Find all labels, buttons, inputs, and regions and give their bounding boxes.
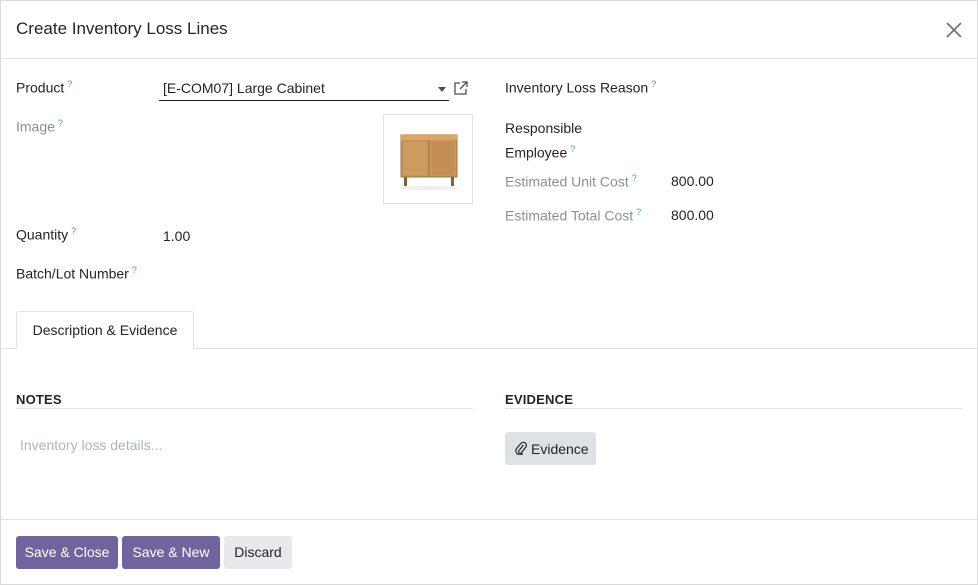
tab-description-evidence[interactable]: Description & Evidence	[16, 311, 194, 349]
evidence-divider	[505, 408, 962, 409]
product-field[interactable]: [E-COM07] Large Cabinet	[159, 78, 449, 101]
footer-divider	[1, 519, 977, 520]
create-inventory-loss-dialog: Create Inventory Loss Lines Product? [E-…	[0, 0, 978, 585]
help-icon[interactable]: ?	[570, 144, 575, 154]
unit-cost-label: Estimated Unit Cost?	[505, 173, 637, 190]
help-icon[interactable]: ?	[632, 173, 637, 183]
paperclip-icon	[515, 441, 527, 455]
discard-button[interactable]: Discard	[224, 536, 292, 569]
product-image[interactable]	[383, 114, 473, 204]
close-icon	[946, 22, 962, 38]
dropdown-caret-icon[interactable]	[438, 87, 446, 92]
quantity-field[interactable]: 1.00	[163, 228, 190, 244]
image-label: Image?	[16, 118, 63, 135]
close-button[interactable]	[941, 17, 967, 43]
evidence-button-label: Evidence	[531, 441, 589, 457]
batch-lot-label: Batch/Lot Number?	[16, 265, 137, 282]
help-icon[interactable]: ?	[71, 226, 76, 236]
unit-cost-value: 800.00	[671, 173, 714, 189]
external-link-icon	[454, 81, 468, 95]
total-cost-value: 800.00	[671, 207, 714, 223]
quantity-label: Quantity?	[16, 226, 77, 243]
loss-reason-label: Inventory Loss Reason?	[505, 79, 657, 96]
evidence-button[interactable]: Evidence	[505, 432, 596, 465]
responsible-employee-label: Responsible Employee?	[505, 120, 583, 161]
dialog-header: Create Inventory Loss Lines	[1, 1, 977, 59]
help-icon[interactable]: ?	[636, 207, 641, 217]
cabinet-image	[399, 134, 459, 190]
notes-title: NOTES	[16, 392, 62, 407]
product-label: Product?	[16, 79, 73, 96]
external-link-button[interactable]	[453, 80, 469, 96]
help-icon[interactable]: ?	[132, 265, 137, 275]
help-icon[interactable]: ?	[67, 79, 72, 89]
evidence-title: EVIDENCE	[505, 392, 574, 407]
help-icon[interactable]: ?	[58, 118, 63, 128]
help-icon[interactable]: ?	[651, 79, 656, 89]
dialog-title: Create Inventory Loss Lines	[16, 19, 228, 38]
save-new-button[interactable]: Save & New	[122, 536, 220, 569]
total-cost-label: Estimated Total Cost?	[505, 207, 642, 224]
notes-input[interactable]: Inventory loss details...	[20, 437, 162, 453]
notes-divider	[16, 408, 473, 409]
save-close-button[interactable]: Save & Close	[16, 536, 118, 569]
product-value[interactable]: [E-COM07] Large Cabinet	[163, 80, 325, 96]
